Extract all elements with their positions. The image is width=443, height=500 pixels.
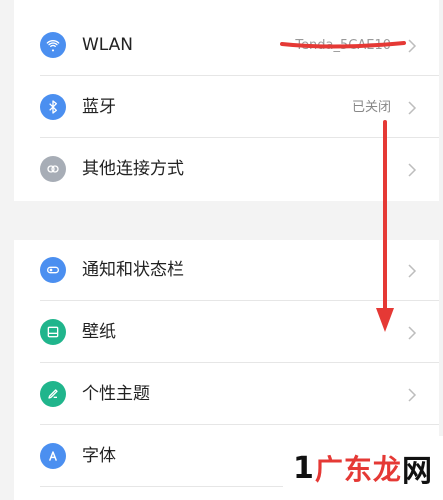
divider	[40, 424, 439, 425]
chevron-right-icon	[407, 162, 417, 177]
wifi-icon	[40, 32, 66, 58]
chevron-right-icon	[407, 387, 417, 402]
annotation-arrow-down	[376, 120, 394, 332]
bluetooth-icon	[40, 94, 66, 120]
chevron-right-icon	[407, 325, 417, 340]
font-label: 字体	[82, 446, 116, 466]
themes-label: 个性主题	[82, 384, 150, 404]
font-icon	[40, 443, 66, 469]
notifications-label: 通知和状态栏	[82, 260, 184, 280]
other-connections-label: 其他连接方式	[82, 159, 184, 179]
settings-item-themes[interactable]: 个性主题	[14, 364, 439, 425]
theme-brush-icon	[40, 381, 66, 407]
chevron-right-icon	[407, 100, 417, 115]
toggle-icon	[40, 257, 66, 283]
wallpaper-icon	[40, 319, 66, 345]
divider	[40, 362, 439, 363]
watermark-logo: 1 广东龙 网	[283, 436, 443, 500]
wallpaper-label: 壁纸	[82, 322, 116, 342]
divider	[40, 75, 439, 76]
bluetooth-label: 蓝牙	[82, 97, 116, 117]
link-icon	[40, 156, 66, 182]
redaction-scribble	[280, 41, 406, 49]
wlan-label: WLAN	[82, 35, 134, 55]
chevron-right-icon	[407, 263, 417, 278]
